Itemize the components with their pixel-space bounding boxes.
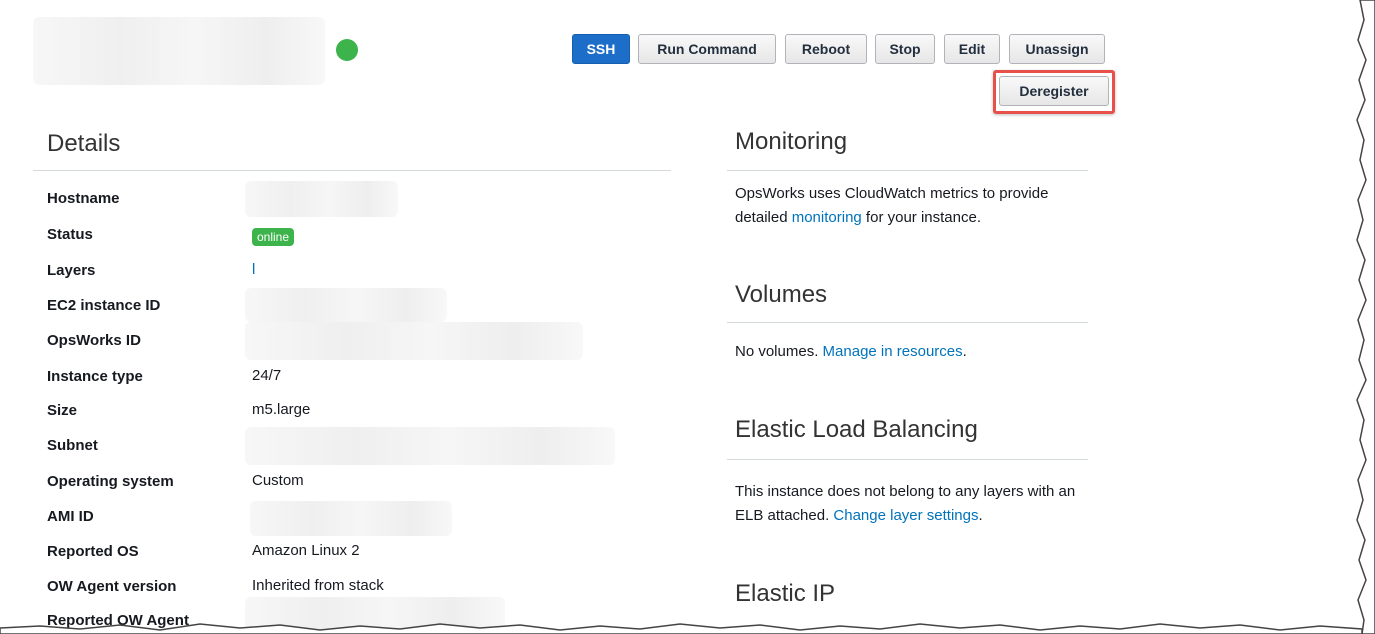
monitoring-text: OpsWorks uses CloudWatch metrics to prov… <box>735 182 1095 230</box>
monitoring-title: Monitoring <box>735 128 848 155</box>
operating-system-value: Custom <box>252 472 304 489</box>
monitoring-divider <box>727 170 1088 171</box>
subnet-redacted <box>245 427 615 465</box>
unassign-button[interactable]: Unassign <box>1009 34 1105 64</box>
torn-edge-bottom <box>0 623 1363 634</box>
reboot-button[interactable]: Reboot <box>785 34 867 64</box>
elb-title: Elastic Load Balancing <box>735 416 978 443</box>
size-label: Size <box>47 402 78 419</box>
change-layer-settings-link[interactable]: Change layer settings <box>833 507 978 524</box>
layers-label: Layers <box>47 262 96 279</box>
instance-name-redacted <box>33 17 325 85</box>
torn-edge-decoration <box>0 0 1375 634</box>
hostname-value-redacted <box>245 181 398 217</box>
elb-text: This instance does not belong to any lay… <box>735 480 1090 528</box>
status-badge: online <box>252 228 295 246</box>
ec2-instance-id-label: EC2 instance ID <box>47 297 161 314</box>
ow-agent-version-value: Inherited from stack <box>252 577 384 594</box>
reported-os-label: Reported OS <box>47 543 139 560</box>
stop-button[interactable]: Stop <box>875 34 935 64</box>
edit-button[interactable]: Edit <box>944 34 1000 64</box>
reported-os-value: Amazon Linux 2 <box>252 542 360 559</box>
details-divider <box>33 170 671 171</box>
volumes-text-after: . <box>962 343 967 360</box>
ssh-button[interactable]: SSH <box>572 34 630 64</box>
ami-id-redacted <box>250 501 452 536</box>
ow-agent-version-label: OW Agent version <box>47 578 177 595</box>
layers-link[interactable]: l <box>252 261 255 278</box>
torn-edge-right <box>1356 0 1375 634</box>
manage-in-resources-link[interactable]: Manage in resources <box>823 343 963 360</box>
status-label: Status <box>47 226 93 243</box>
details-title: Details <box>47 130 121 157</box>
operating-system-label: Operating system <box>47 473 174 490</box>
ec2-instance-id-redacted <box>245 288 447 322</box>
hostname-label: Hostname <box>47 190 120 207</box>
reported-ow-agent-label: Reported OW Agent <box>47 612 189 629</box>
elb-divider <box>727 459 1088 460</box>
ami-id-label: AMI ID <box>47 508 94 525</box>
deregister-highlight <box>993 70 1115 114</box>
instance-type-label: Instance type <box>47 368 143 385</box>
subnet-label: Subnet <box>47 437 98 454</box>
instance-type-value: 24/7 <box>252 367 282 384</box>
size-value: m5.large <box>252 401 311 418</box>
run-command-button[interactable]: Run Command <box>638 34 776 64</box>
volumes-divider <box>727 322 1088 323</box>
opsworks-id-redacted <box>245 322 583 360</box>
reported-ow-agent-redacted <box>245 597 505 634</box>
elastic-ip-title: Elastic IP <box>735 580 836 607</box>
volumes-text: No volumes. Manage in resources. <box>735 340 1095 364</box>
monitoring-link[interactable]: monitoring <box>792 209 862 226</box>
elb-text-after: . <box>978 507 983 524</box>
status-indicator-icon <box>336 39 358 61</box>
volumes-text-before: No volumes. <box>735 343 823 360</box>
opsworks-id-label: OpsWorks ID <box>47 332 141 349</box>
volumes-title: Volumes <box>735 281 828 308</box>
monitoring-text-after: for your instance. <box>861 209 981 226</box>
